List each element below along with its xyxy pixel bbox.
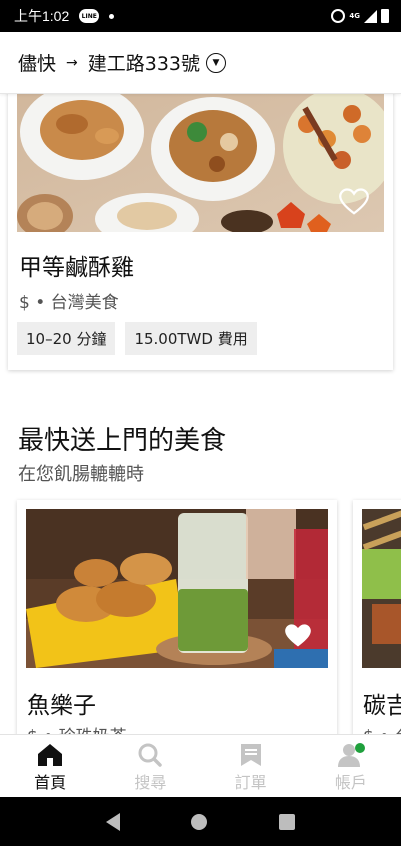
- store-name: 碳吉: [363, 693, 401, 719]
- back-icon[interactable]: [105, 812, 120, 831]
- arrow-right-icon: →: [66, 54, 78, 71]
- signal-icon: [364, 9, 377, 23]
- battery-icon: [381, 9, 389, 23]
- store-image: [362, 509, 401, 668]
- nav-home[interactable]: 首頁: [0, 735, 100, 797]
- featured-store-card[interactable]: 甲等鹹酥雞 $ • 台灣美食 10–20 分鐘 15.00TWD 費用: [8, 82, 393, 370]
- skewer-photo: [362, 509, 401, 668]
- nav-search-label: 搜尋: [134, 773, 167, 792]
- featured-store-meta: $ • 台灣美食: [19, 293, 119, 313]
- store-card[interactable]: 碳吉 $ • 台: [353, 500, 401, 760]
- system-navigation-bar: [0, 797, 401, 846]
- delivery-address[interactable]: 建工路333號: [88, 49, 200, 76]
- status-time: 上午1:02: [14, 8, 70, 24]
- section-subtitle: 在您飢腸轆轆時: [18, 464, 144, 485]
- delivery-address-header[interactable]: 儘快 → 建工路333號 ▼: [0, 32, 401, 94]
- nav-search[interactable]: 搜尋: [100, 735, 200, 797]
- delivery-time-chip: 10–20 分鐘: [17, 322, 116, 355]
- search-icon: [138, 743, 163, 767]
- account-notification-dot: [354, 743, 365, 753]
- featured-store-name: 甲等鹹酥雞: [19, 255, 134, 281]
- store-card[interactable]: 魚樂子 $ • 珍珠奶茶: [17, 500, 337, 760]
- nav-account-label: 帳戶: [334, 773, 367, 792]
- featured-store-chips: 10–20 分鐘 15.00TWD 費用: [17, 322, 257, 355]
- alarm-icon: [331, 9, 346, 23]
- bottom-navigation: 首頁 搜尋 訂單 帳戶: [0, 734, 401, 797]
- nav-account[interactable]: 帳戶: [301, 735, 401, 797]
- status-bar: 上午1:02 LINE 4G: [0, 0, 401, 32]
- store-name: 魚樂子: [27, 693, 96, 719]
- favorite-heart-icon[interactable]: [339, 188, 369, 216]
- nav-orders-label: 訂單: [234, 773, 267, 792]
- nav-orders[interactable]: 訂單: [201, 735, 301, 797]
- status-icons: 4G: [331, 9, 389, 23]
- app-screen: 上午1:02 LINE 4G 甲等鹹酥雞 $ • 台灣美食 10–20 分鐘 1…: [0, 0, 401, 846]
- network-type: 4G: [349, 11, 360, 20]
- fried-food-photo: [17, 94, 384, 232]
- store-image: [26, 509, 328, 668]
- delivery-time-label: 儘快: [18, 53, 57, 75]
- line-app-icon: LINE: [79, 9, 100, 23]
- delivery-fee-chip: 15.00TWD 費用: [125, 322, 257, 355]
- recents-icon[interactable]: [279, 813, 296, 830]
- chevron-down-icon[interactable]: ▼: [206, 52, 227, 73]
- home-circle-icon[interactable]: [191, 813, 208, 830]
- nav-home-label: 首頁: [34, 773, 67, 792]
- favorite-heart-icon[interactable]: [284, 623, 312, 649]
- featured-store-image: [17, 94, 384, 232]
- notification-dot-icon: [109, 13, 115, 19]
- account-icon: [337, 743, 365, 767]
- orders-icon: [240, 744, 261, 766]
- section-title: 最快送上門的美食: [18, 426, 227, 456]
- drinks-pastry-photo: [26, 509, 328, 668]
- home-icon: [38, 744, 63, 766]
